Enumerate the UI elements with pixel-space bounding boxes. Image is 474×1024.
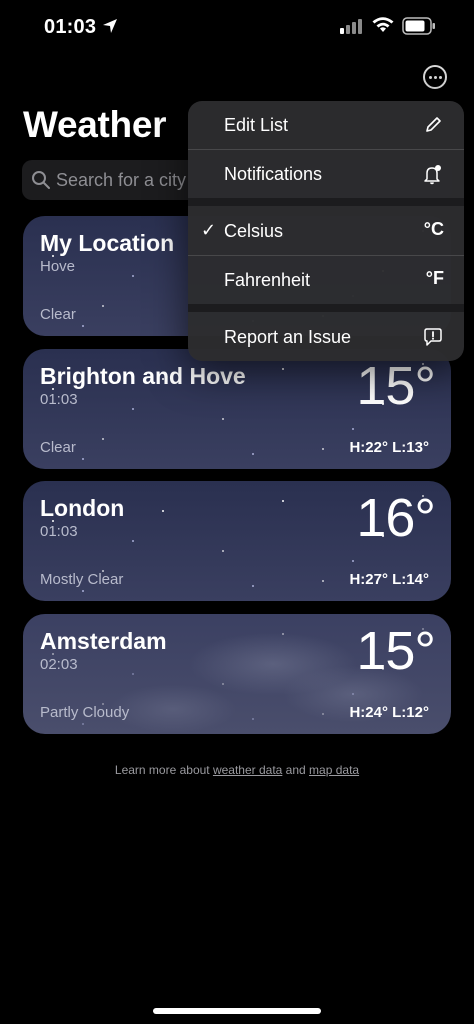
menu-item-notifications[interactable]: Notifications	[188, 150, 464, 198]
page-title: Weather	[23, 104, 167, 145]
card-city: Amsterdam	[40, 628, 167, 654]
status-bar: 01:03	[0, 0, 474, 56]
card-subtitle: 02:03	[40, 656, 78, 673]
menu-item-label: Edit List	[224, 115, 289, 135]
celsius-symbol: °C	[423, 219, 444, 239]
card-subtitle: 01:03	[40, 391, 78, 408]
options-menu: Edit List Notifications ✓ Celsius °C Fah…	[188, 101, 464, 361]
magnifying-glass-icon	[32, 171, 50, 189]
battery-icon	[402, 17, 435, 35]
search-input[interactable]: Search for a city	[56, 170, 186, 191]
card-subtitle: 01:03	[40, 523, 78, 540]
card-high-low: H:22° L:13°	[349, 439, 429, 456]
bell-badge-icon	[424, 165, 441, 185]
more-options-button[interactable]	[423, 65, 447, 89]
location-arrow-icon	[103, 19, 117, 33]
menu-item-fahrenheit[interactable]: Fahrenheit °F	[188, 256, 464, 304]
status-time: 01:03	[44, 16, 97, 38]
card-temperature: 16°	[356, 488, 436, 548]
card-high-low: H:27° L:14°	[349, 571, 429, 588]
pencil-icon	[426, 117, 441, 132]
footer-prefix: Learn more about	[114, 763, 213, 777]
card-city: My Location	[40, 230, 175, 256]
checkmark-icon: ✓	[201, 220, 217, 240]
location-card-amsterdam[interactable]: Amsterdam 02:03 Partly Cloudy 15° H:24° …	[23, 614, 451, 734]
wifi-icon	[372, 17, 394, 32]
menu-item-label: Fahrenheit	[224, 270, 311, 290]
card-condition: Clear	[40, 306, 76, 323]
menu-item-label: Celsius	[224, 221, 284, 241]
footer-note: Learn more about weather data and map da…	[0, 763, 474, 777]
card-condition: Clear	[40, 439, 76, 456]
menu-item-label: Report an Issue	[224, 327, 352, 347]
card-subtitle: Hove	[40, 258, 76, 275]
location-card-london[interactable]: London 01:03 Mostly Clear 16° H:27° L:14…	[23, 481, 451, 601]
footer-middle: and	[282, 763, 310, 777]
menu-item-edit-list[interactable]: Edit List	[188, 101, 464, 149]
location-card-brighton[interactable]: Brighton and Hove 01:03 Clear 15° H:22° …	[23, 349, 451, 469]
menu-item-report-issue[interactable]: Report an Issue	[188, 313, 464, 361]
exclamation-bubble-icon	[424, 328, 442, 346]
map-data-link[interactable]: map data	[309, 763, 359, 777]
card-temperature: 15°	[356, 356, 436, 416]
card-city: London	[40, 495, 125, 521]
cellular-signal-icon	[340, 19, 362, 34]
menu-item-label: Notifications	[224, 164, 323, 184]
card-city: Brighton and Hove	[40, 363, 246, 389]
menu-item-celsius[interactable]: ✓ Celsius °C	[188, 207, 464, 255]
weather-data-link[interactable]: weather data	[213, 763, 282, 777]
card-temperature: 15°	[356, 621, 436, 681]
card-high-low: H:24° L:12°	[349, 704, 429, 721]
home-indicator[interactable]	[153, 1008, 321, 1014]
card-condition: Mostly Clear	[40, 571, 124, 588]
fahrenheit-symbol: °F	[425, 268, 444, 288]
card-condition: Partly Cloudy	[40, 704, 130, 721]
